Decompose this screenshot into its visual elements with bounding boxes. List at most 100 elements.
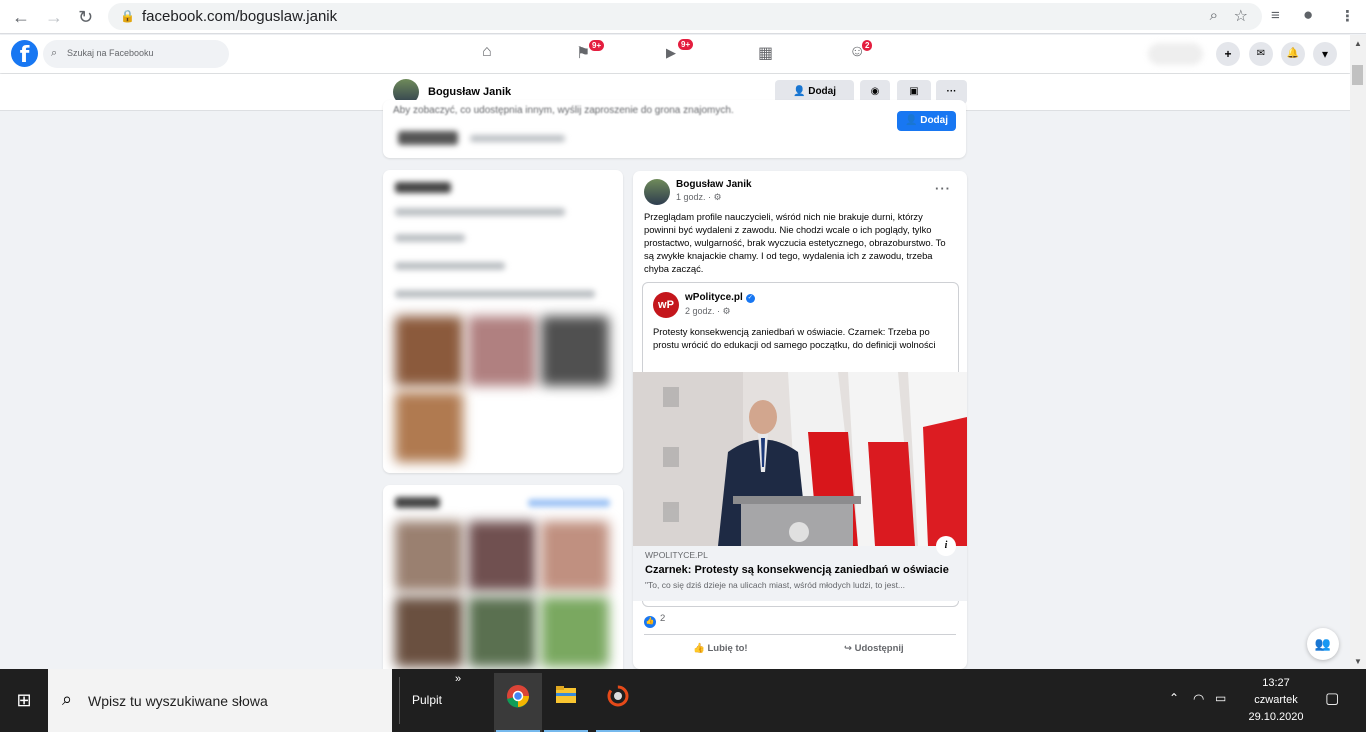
blurred-photo[interactable] bbox=[395, 392, 463, 462]
blurred-info-card bbox=[383, 170, 623, 473]
taskbar-clock[interactable]: 13:27 czwartek 29.10.2020 bbox=[1236, 675, 1316, 726]
feed-post: Bogusław Janik 1 godz. · ⚙ ··· Przegląda… bbox=[633, 171, 967, 669]
lock-icon: 🔒 bbox=[120, 9, 135, 23]
chrome-icon bbox=[507, 685, 529, 708]
scrollbar-thumb[interactable] bbox=[1352, 65, 1363, 85]
notifications-button[interactable]: 🔔 bbox=[1281, 42, 1305, 66]
intro-text: Aby zobaczyć, co udostępnia innym, wyśli… bbox=[393, 105, 734, 116]
blurred-text bbox=[470, 135, 565, 142]
messenger-button[interactable]: ✉ bbox=[1249, 42, 1273, 66]
notification-badge: 9+ bbox=[677, 38, 695, 51]
page-scrollbar[interactable]: ▲ ▼ bbox=[1350, 35, 1366, 669]
blurred-avatars bbox=[398, 131, 458, 145]
home-icon: ⌂ bbox=[482, 43, 492, 60]
like-label: Lubię to! bbox=[707, 643, 748, 654]
forward-icon[interactable]: → bbox=[45, 7, 63, 28]
blurred-line bbox=[395, 290, 595, 298]
chevron-down-icon: ▾ bbox=[1321, 47, 1329, 61]
shared-author[interactable]: wPolityce.pl ✓ bbox=[685, 292, 755, 303]
like-button[interactable]: 👍 Lubię to! bbox=[693, 643, 748, 654]
explorer-taskbar-app[interactable] bbox=[542, 673, 590, 732]
search-icon: ⌕ bbox=[62, 689, 73, 709]
link-preview-image[interactable] bbox=[633, 372, 967, 546]
link-title[interactable]: Czarnek: Protesty są konsekwencją zanied… bbox=[645, 564, 949, 576]
toolbar-expand-icon[interactable]: » bbox=[455, 673, 461, 685]
profile-name[interactable]: Bogusław Janik bbox=[428, 86, 511, 98]
post-options-icon[interactable]: ··· bbox=[935, 181, 951, 196]
account-icon[interactable]: ● bbox=[1303, 5, 1313, 25]
scroll-up-icon[interactable]: ▲ bbox=[1354, 39, 1362, 48]
tray-chevron-up-icon[interactable]: ⌃ bbox=[1169, 691, 1179, 705]
reactions-summary[interactable]: 👍 2 bbox=[644, 613, 665, 628]
battery-icon[interactable]: ▭ bbox=[1215, 691, 1226, 705]
create-button[interactable]: + bbox=[1216, 42, 1240, 66]
reload-icon[interactable]: ↻ bbox=[78, 7, 93, 28]
scroll-down-icon[interactable]: ▼ bbox=[1354, 657, 1362, 666]
messenger-icon: ✉ bbox=[1256, 48, 1266, 59]
search-placeholder: Szukaj na Facebooku bbox=[67, 48, 154, 58]
blurred-link[interactable] bbox=[528, 499, 610, 507]
notification-badge: 9+ bbox=[588, 39, 606, 52]
wifi-icon[interactable]: ◠ bbox=[1193, 691, 1204, 707]
link-preview-meta[interactable]: WPOLITYCE.PL Czarnek: Protesty są konsek… bbox=[633, 546, 967, 601]
blurred-photo[interactable] bbox=[541, 597, 609, 667]
account-menu-button[interactable]: ▾ bbox=[1313, 42, 1337, 66]
nav-watch[interactable]: ▶ 9+ bbox=[666, 38, 695, 61]
facebook-logo-icon[interactable]: f bbox=[11, 40, 38, 68]
marketplace-icon: ▦ bbox=[758, 45, 774, 62]
own-profile-blurred[interactable] bbox=[1148, 43, 1203, 65]
avatar[interactable] bbox=[644, 179, 670, 205]
info-icon[interactable]: i bbox=[936, 536, 956, 556]
facebook-header: f ⌕ Szukaj na Facebooku ⌂ ⚑ 9+ ▶ 9+ ▦ ☺ 2 +… bbox=[0, 35, 1350, 73]
nav-home[interactable]: ⌂ bbox=[482, 43, 492, 61]
windows-start-icon[interactable]: ⊞ bbox=[0, 669, 48, 732]
app-taskbar-item[interactable] bbox=[594, 673, 642, 732]
blurred-photo[interactable] bbox=[395, 521, 463, 591]
bookmark-star-icon[interactable]: ☆ bbox=[1234, 6, 1248, 26]
clock-date: 29.10.2020 bbox=[1248, 711, 1304, 723]
blurred-photo[interactable] bbox=[541, 521, 609, 591]
notification-badge: 2 bbox=[861, 39, 874, 52]
blurred-photo[interactable] bbox=[541, 316, 609, 386]
blurred-photo[interactable] bbox=[395, 316, 463, 386]
link-description: "To, co się dziś dzieje na ulicach miast… bbox=[645, 580, 906, 590]
notification-center-icon[interactable]: ▢ bbox=[1325, 689, 1339, 707]
watch-icon: ▶ bbox=[666, 45, 676, 60]
facebook-search-input[interactable]: ⌕ Szukaj na Facebooku bbox=[43, 40, 229, 68]
back-icon[interactable]: ← bbox=[12, 7, 30, 28]
wpolityce-logo[interactable]: wP bbox=[653, 292, 679, 318]
address-bar[interactable]: 🔒 facebook.com/boguslaw.janik ⌕ ☆ bbox=[108, 3, 1262, 30]
share-button[interactable]: ↪ Udostępnij bbox=[844, 643, 904, 654]
media-queue-icon[interactable]: ≡ bbox=[1271, 7, 1280, 24]
share-label: Udostępnij bbox=[854, 643, 904, 654]
post-time[interactable]: 1 godz. · ⚙ bbox=[676, 192, 722, 203]
bell-icon: 🔔 bbox=[1286, 48, 1300, 59]
nav-marketplace[interactable]: ▦ bbox=[758, 43, 773, 63]
like-reaction-icon: 👍 bbox=[644, 616, 656, 628]
nav-pages[interactable]: ⚑ 9+ bbox=[576, 39, 606, 63]
blurred-line bbox=[395, 262, 505, 270]
shared-time[interactable]: 2 godz. · ⚙ bbox=[685, 306, 731, 317]
blurred-heading bbox=[395, 497, 440, 508]
nav-groups[interactable]: ☺ 2 bbox=[849, 39, 874, 61]
add-friend-button-intro[interactable]: 👤 Dodaj bbox=[897, 111, 956, 131]
add-friend-label: Dodaj bbox=[920, 115, 948, 126]
clock-time: 13:27 bbox=[1262, 677, 1290, 689]
blurred-photo[interactable] bbox=[395, 597, 463, 667]
chrome-taskbar-app[interactable] bbox=[494, 673, 542, 732]
blurred-line bbox=[395, 208, 565, 216]
blurred-line bbox=[395, 234, 465, 242]
taskbar-search-input[interactable]: ⌕ Wpisz tu wyszukiwane słowa bbox=[48, 669, 392, 732]
chrome-menu-icon[interactable]: ⋮ bbox=[1340, 7, 1355, 25]
blurred-photo[interactable] bbox=[468, 316, 536, 386]
add-person-icon: 👤 bbox=[792, 86, 806, 97]
desktop-toolbar-label[interactable]: Pulpit bbox=[412, 693, 442, 707]
shared-author-label: wPolityce.pl bbox=[685, 292, 743, 303]
url-text[interactable]: facebook.com/boguslaw.janik bbox=[142, 8, 337, 25]
people-fab-icon[interactable]: 👥 bbox=[1307, 628, 1339, 660]
blurred-photo[interactable] bbox=[468, 597, 536, 667]
post-author[interactable]: Bogusław Janik bbox=[676, 179, 752, 190]
blurred-photo[interactable] bbox=[468, 521, 536, 591]
zoom-icon[interactable]: ⌕ bbox=[1210, 7, 1218, 24]
windows-taskbar: ⊞ ⌕ Wpisz tu wyszukiwane słowa Pulpit » … bbox=[0, 669, 1366, 732]
